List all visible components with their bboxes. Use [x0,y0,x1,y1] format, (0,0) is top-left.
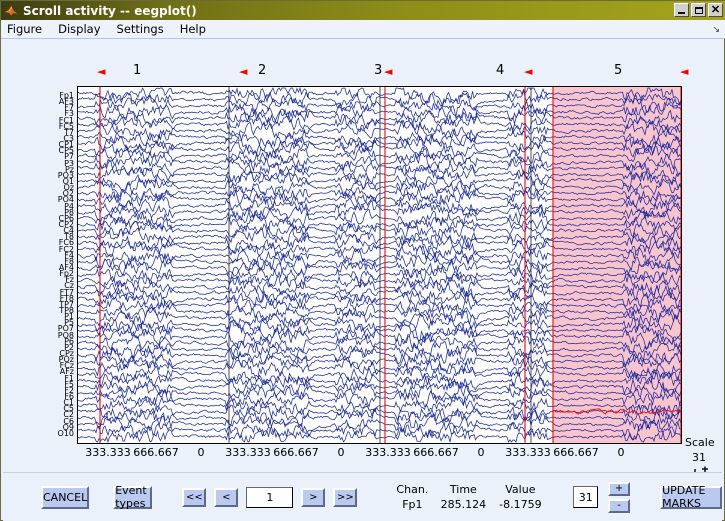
minimize-button[interactable] [674,3,689,17]
event-marker-row: ◄ 1 ◄ 2 ◄ 3 ◄ 4 ◄ 5 [3,63,722,86]
nav-next-button[interactable]: > [301,487,326,507]
window-controls: ✕ [674,3,723,17]
maximize-button[interactable] [691,3,706,17]
scale-legend-value: 31 [692,451,706,464]
x-axis-tick-label: 666.667 [553,446,599,459]
menu-item-figure[interactable]: Figure [1,22,50,36]
readout-header-time: Time [449,483,477,496]
menu-item-display[interactable]: Display [50,22,108,36]
readout-chan: Fp1 [402,498,423,511]
nav-first-button[interactable]: << [182,487,207,507]
eeg-traces [78,87,681,443]
x-axis-tick-label: 666.667 [273,446,319,459]
update-marks-button[interactable]: UPDATE MARKS [660,484,722,510]
x-axis-tick-label: 0 [477,446,485,459]
x-axis-tick-label: 0 [337,446,345,459]
x-axis-tick-label: 333.333 [225,446,271,459]
readout-header-row: Chan. Time Value [389,483,549,496]
close-button[interactable]: ✕ [708,3,723,17]
event-marker-arrow-icon[interactable]: ◄ [239,66,247,77]
menu-item-settings[interactable]: Settings [109,22,172,36]
event-marker-arrow-icon[interactable]: ◄ [524,66,532,77]
event-marker-label: 5 [614,63,623,78]
scale-legend-title: Scale [685,436,715,449]
x-axis-tick-label: 0 [617,446,625,459]
bottom-control-bar: CANCEL Event types << < 1 > >> Chan. Tim… [3,472,722,521]
event-marker-arrow-icon[interactable]: ◄ [680,66,688,77]
event-marker-arrow-icon[interactable]: ◄ [384,66,392,77]
eegplot-window: Scroll activity -- eegplot() ✕ Figure Di… [0,0,725,521]
minimize-icon [678,11,685,14]
x-axis-tick-label: 333.333 [365,446,411,459]
menu-overflow-arrow-icon[interactable]: ↘ [712,24,720,35]
page-number-input[interactable]: 1 [246,486,294,508]
event-marker-arrow-icon[interactable]: ◄ [97,66,105,77]
readout-value-row: Fp1 285.124 -8.1759 [389,498,549,511]
x-axis-tick-label: 666.667 [133,446,179,459]
event-marker-label: 1 [133,63,142,78]
event-marker-label: 4 [496,63,505,78]
channel-label: O10 [57,428,74,438]
x-axis-tick-label: 333.333 [85,446,131,459]
scale-stepper: + - [608,481,631,513]
scale-decrease-button[interactable]: - [608,498,631,513]
event-marker-label: 3 [374,63,383,78]
x-axis-tick-labels: 333.333 666.667 0 333.333 666.667 0 333.333 666… [3,446,722,462]
figure-canvas: ◄ 1 ◄ 2 ◄ 3 ◄ 4 ◄ 5 Fp1 AF3 F7 F3 FC1 FC5 T7 C3 CP1 CP5 P7 P… [3,40,722,477]
x-axis-tick-label: 666.667 [413,446,459,459]
readout-time: 285.124 [440,498,487,511]
nav-prev-button[interactable]: < [214,487,239,507]
readout-header-chan: Chan. [396,483,429,496]
close-icon: ✕ [710,4,721,16]
scale-increase-button[interactable]: + [608,481,631,496]
cancel-button[interactable]: CANCEL [41,485,90,509]
eeg-plot-area[interactable] [77,86,682,444]
menu-bar: Figure Display Settings Help ↘ [1,20,725,39]
nav-last-button[interactable]: >> [333,487,358,507]
x-axis-tick-label: 0 [197,446,205,459]
cursor-readout: Chan. Time Value Fp1 285.124 -8.1759 [389,483,549,511]
maximize-icon [694,6,703,14]
navigation-group: << < 1 > >> [178,486,361,508]
matlab-icon [4,3,19,18]
window-title: Scroll activity -- eegplot() [23,3,197,18]
channel-label-column: Fp1 AF3 F7 F3 FC1 FC5 T7 C3 CP1 CP5 P7 P3 Pz PO3 O1 Oz O… [3,86,77,444]
readout-header-value: Value [505,483,536,496]
event-types-button[interactable]: Event types [113,484,153,510]
menu-item-help[interactable]: Help [172,22,214,36]
readout-value: -8.1759 [499,498,542,511]
title-bar: Scroll activity -- eegplot() ✕ [1,1,725,20]
x-axis-tick-label: 333.333 [505,446,551,459]
scale-value-input[interactable]: 31 [573,486,599,508]
event-marker-label: 2 [258,63,267,78]
